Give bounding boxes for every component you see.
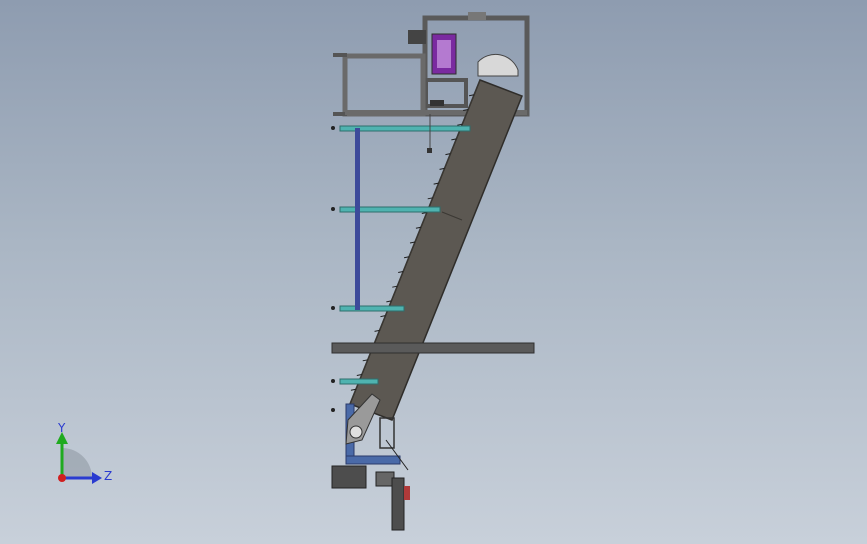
drive-indicator <box>404 486 410 500</box>
feed-motor <box>331 465 367 489</box>
pulley-guard <box>477 53 519 77</box>
rail-pin-5 <box>331 408 335 412</box>
left-frame <box>342 53 426 117</box>
top-frame-handle <box>468 12 486 20</box>
z-axis-arrow <box>92 472 102 484</box>
drive-bracket <box>430 100 444 106</box>
left-frame-cap-bottom <box>333 112 347 116</box>
triad-plane <box>62 448 92 478</box>
rail-lower <box>339 305 405 312</box>
rail-pin-2 <box>331 207 335 211</box>
feed-roller <box>349 425 363 439</box>
drive-column <box>391 477 405 531</box>
rail-pin-3 <box>331 306 335 310</box>
rail-bottom <box>339 378 379 385</box>
feed-base <box>345 455 401 465</box>
bottom-feed-assembly[interactable] <box>331 393 410 531</box>
z-axis-label: Z <box>104 469 112 483</box>
drive-link <box>385 439 409 471</box>
control-panel-inner <box>437 40 451 68</box>
rail-pin-1 <box>331 126 335 130</box>
top-frame-motor <box>408 30 426 44</box>
orientation-triad: Y Z <box>56 421 112 484</box>
model-viewport[interactable] <box>0 0 867 544</box>
y-axis-label: Y <box>57 421 66 435</box>
tension-bracket <box>379 417 395 449</box>
x-axis-origin <box>58 474 66 482</box>
hanging-weight <box>427 148 432 153</box>
rail-pin-4 <box>331 379 335 383</box>
gear-box <box>375 471 395 487</box>
floor-beam[interactable] <box>331 342 535 354</box>
vertical-strut <box>355 128 360 310</box>
left-frame-cap-top <box>333 53 347 57</box>
